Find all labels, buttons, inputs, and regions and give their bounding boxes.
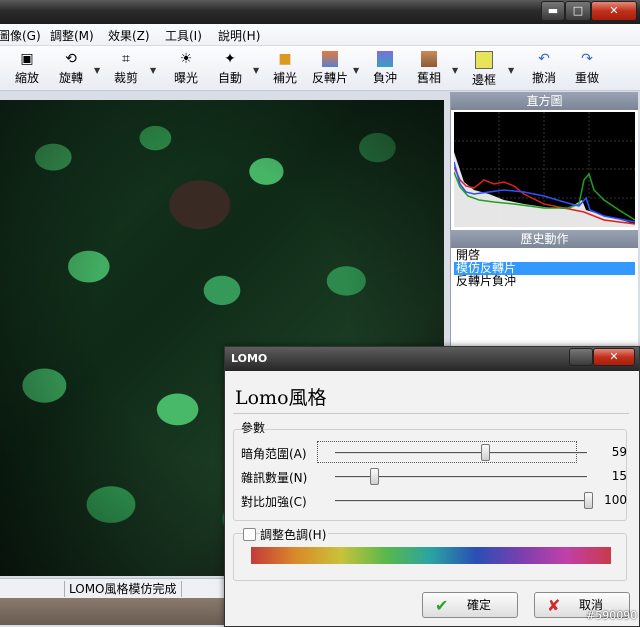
undo-icon: ↶ bbox=[538, 51, 550, 67]
params-label: 參數 bbox=[241, 421, 266, 435]
param-value: 59 bbox=[611, 445, 627, 459]
tool-border[interactable]: 邊框 bbox=[462, 49, 506, 89]
param-label: 雜訊數量(N) bbox=[241, 471, 308, 485]
menu-image[interactable]: 圖像(G) bbox=[0, 27, 41, 44]
histogram-header: 直方圖 bbox=[451, 92, 638, 110]
exposure-icon: ☀ bbox=[179, 51, 193, 67]
redo-icon: ↷ bbox=[581, 51, 593, 67]
rotate-dropdown-icon[interactable]: ▼ bbox=[94, 66, 100, 75]
tool-label: 縮放 bbox=[14, 71, 39, 85]
border-icon bbox=[475, 51, 493, 69]
tool-cross-process[interactable]: 負沖 bbox=[363, 49, 407, 89]
slider-thumb[interactable] bbox=[480, 444, 490, 461]
dialog-title: LOMO bbox=[231, 352, 268, 365]
tool-label: 裁剪 bbox=[113, 71, 138, 85]
tool-label: 自動 bbox=[217, 71, 242, 85]
histogram-graph bbox=[454, 112, 635, 227]
maximize-icon: □ bbox=[572, 4, 584, 17]
tool-rotate[interactable]: ⟲ 旋轉 bbox=[49, 49, 93, 89]
tool-label: 負沖 bbox=[372, 71, 397, 85]
minimize-button[interactable]: ▬ bbox=[541, 1, 565, 21]
ok-label: 確定 bbox=[466, 598, 491, 612]
param-value: 15 bbox=[611, 469, 627, 483]
hue-checkbox-label[interactable]: 調整色調(H) bbox=[260, 526, 329, 543]
rotate-icon: ⟲ bbox=[65, 51, 77, 67]
old-photo-icon bbox=[421, 51, 437, 67]
param-label: 暗角范圍(A) bbox=[241, 447, 307, 461]
reversal-icon bbox=[322, 51, 338, 67]
menu-bar: 圖像(G) 調整(M) 效果(Z) 工具(I) 說明(H) bbox=[0, 24, 640, 46]
lomo-dialog: LOMO ✕ Lomo風格 參數 暗角范圍(A) 59 雜訊數量(N) 15 對… bbox=[224, 346, 640, 627]
slider-thumb[interactable] bbox=[369, 468, 379, 485]
dialog-help-button[interactable] bbox=[569, 348, 593, 366]
cancel-x-icon: ✘ bbox=[547, 596, 561, 615]
tool-label: 曝光 bbox=[173, 71, 198, 85]
tool-label: 旋轉 bbox=[58, 71, 83, 85]
tool-label: 舊相 bbox=[416, 71, 441, 85]
close-icon: ✕ bbox=[609, 350, 619, 363]
status-text: LOMO風格模仿完成 bbox=[64, 581, 182, 597]
param-value: 100 bbox=[604, 493, 627, 507]
checkmark-icon: ✔ bbox=[435, 596, 449, 615]
tool-label: 撤消 bbox=[531, 71, 556, 85]
tool-reversal[interactable]: 反轉片 bbox=[306, 49, 354, 89]
crop-icon: ⌗ bbox=[122, 51, 130, 67]
dialog-close-button[interactable]: ✕ bbox=[593, 348, 635, 366]
vignette-range-slider[interactable] bbox=[335, 444, 587, 461]
close-icon: ✕ bbox=[609, 4, 619, 17]
close-button[interactable]: ✕ bbox=[591, 1, 637, 21]
auto-dropdown-icon[interactable]: ▼ bbox=[253, 66, 259, 75]
param-label: 對比加強(C) bbox=[241, 495, 307, 509]
dialog-heading: Lomo風格 bbox=[235, 387, 327, 409]
tool-zoom[interactable]: ▣ 縮放 bbox=[5, 49, 49, 89]
auto-icon: ✦ bbox=[224, 51, 236, 67]
noise-amount-slider[interactable] bbox=[335, 468, 587, 485]
history-list: 開啓 模仿反轉片 反轉片負沖 bbox=[454, 249, 635, 288]
zoom-icon: ▣ bbox=[20, 51, 34, 67]
contrast-boost-slider[interactable] bbox=[335, 492, 593, 509]
fill-light-icon: ■ bbox=[278, 51, 292, 67]
crop-dropdown-icon[interactable]: ▼ bbox=[150, 66, 156, 75]
tool-old-photo[interactable]: 舊相 bbox=[407, 49, 451, 89]
tool-fill-light[interactable]: ■ 補光 bbox=[263, 49, 307, 89]
old-photo-dropdown-icon[interactable]: ▼ bbox=[452, 66, 458, 75]
slider-thumb[interactable] bbox=[584, 492, 593, 509]
reversal-dropdown-icon[interactable]: ▼ bbox=[353, 66, 359, 75]
menu-effects[interactable]: 效果(Z) bbox=[108, 27, 150, 44]
tool-undo[interactable]: ↶ 撤消 bbox=[522, 49, 566, 89]
border-dropdown-icon[interactable]: ▼ bbox=[508, 66, 514, 75]
menu-tools[interactable]: 工具(I) bbox=[165, 27, 202, 44]
dialog-titlebar: LOMO ✕ bbox=[225, 347, 639, 371]
hue-checkbox[interactable] bbox=[243, 528, 256, 541]
tool-exposure[interactable]: ☀ 曝光 bbox=[164, 49, 208, 89]
history-item[interactable]: 反轉片負沖 bbox=[454, 275, 635, 288]
tool-label: 重做 bbox=[574, 71, 599, 85]
maximize-button[interactable]: □ bbox=[565, 1, 591, 21]
app-titlebar: ▬ □ ✕ bbox=[0, 0, 640, 25]
tool-label: 補光 bbox=[272, 71, 297, 85]
ok-button[interactable]: ✔ 確定 bbox=[422, 592, 518, 618]
cross-process-icon bbox=[377, 51, 393, 67]
tool-redo[interactable]: ↷ 重做 bbox=[565, 49, 609, 89]
hue-spectrum-bar bbox=[251, 547, 611, 564]
menu-help[interactable]: 說明(H) bbox=[218, 27, 260, 44]
side-panel: 直方圖 歷史動作 開啓 模仿反轉片 反轉片負沖 bbox=[450, 92, 638, 352]
tool-label: 邊框 bbox=[471, 73, 496, 87]
history-header: 歷史動作 bbox=[451, 230, 638, 248]
divider bbox=[233, 413, 629, 414]
menu-adjust[interactable]: 調整(M) bbox=[50, 27, 94, 44]
watermark-text: #590090 bbox=[586, 609, 638, 622]
tool-label: 反轉片 bbox=[311, 71, 348, 85]
minimize-icon: ▬ bbox=[547, 4, 559, 17]
toolbar: ▣ 縮放 ⟲ 旋轉 ▼ ⌗ 裁剪 ▼ ☀ 曝光 ✦ 自動 ▼ ■ 補光 反轉片 … bbox=[0, 46, 640, 91]
tool-auto[interactable]: ✦ 自動 bbox=[208, 49, 252, 89]
tool-crop[interactable]: ⌗ 裁剪 bbox=[104, 49, 148, 89]
